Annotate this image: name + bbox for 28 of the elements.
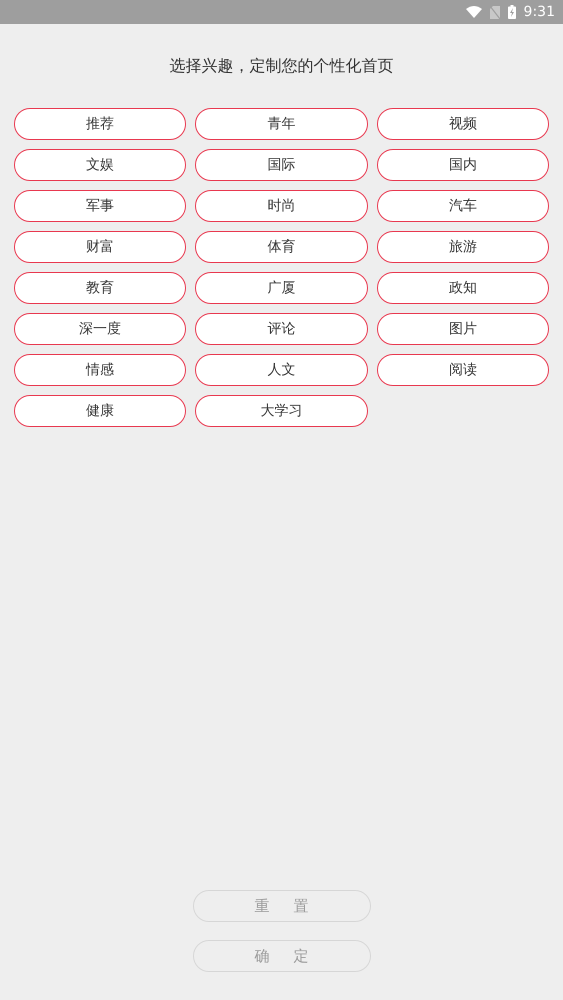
topic-chip[interactable]: 国际 <box>195 149 368 181</box>
topic-chip[interactable]: 旅游 <box>376 231 549 263</box>
topic-chip[interactable]: 健康 <box>14 395 186 427</box>
topic-chip[interactable]: 阅读 <box>376 354 549 386</box>
topic-chip[interactable]: 推荐 <box>14 108 186 140</box>
topic-chip[interactable]: 汽车 <box>376 190 549 222</box>
topic-chip[interactable]: 军事 <box>14 190 186 222</box>
topic-chip[interactable]: 体育 <box>195 231 368 263</box>
topic-chip[interactable]: 财富 <box>14 231 186 263</box>
topic-chip[interactable]: 青年 <box>195 108 368 140</box>
topic-chip[interactable]: 教育 <box>14 272 186 304</box>
topic-chip[interactable]: 政知 <box>376 272 549 304</box>
topic-chip[interactable]: 时尚 <box>195 190 368 222</box>
topic-chip[interactable]: 大学习 <box>195 395 368 427</box>
topic-chip[interactable]: 图片 <box>376 313 549 345</box>
clock-time: 9:31 <box>524 2 555 22</box>
battery-charging-icon <box>508 5 516 19</box>
no-sim-icon <box>490 6 500 18</box>
wifi-icon <box>466 6 482 18</box>
topic-chip[interactable]: 广厦 <box>195 272 368 304</box>
topic-chip[interactable]: 情感 <box>14 354 186 386</box>
topic-chip[interactable]: 深一度 <box>14 313 186 345</box>
topic-chip[interactable]: 人文 <box>195 354 368 386</box>
page-title: 选择兴趣，定制您的个性化首页 <box>168 55 394 77</box>
topic-chip[interactable]: 评论 <box>195 313 368 345</box>
topic-chip[interactable]: 文娱 <box>14 149 186 181</box>
topic-chip[interactable]: 视频 <box>376 108 549 140</box>
topic-chip[interactable]: 国内 <box>376 149 549 181</box>
